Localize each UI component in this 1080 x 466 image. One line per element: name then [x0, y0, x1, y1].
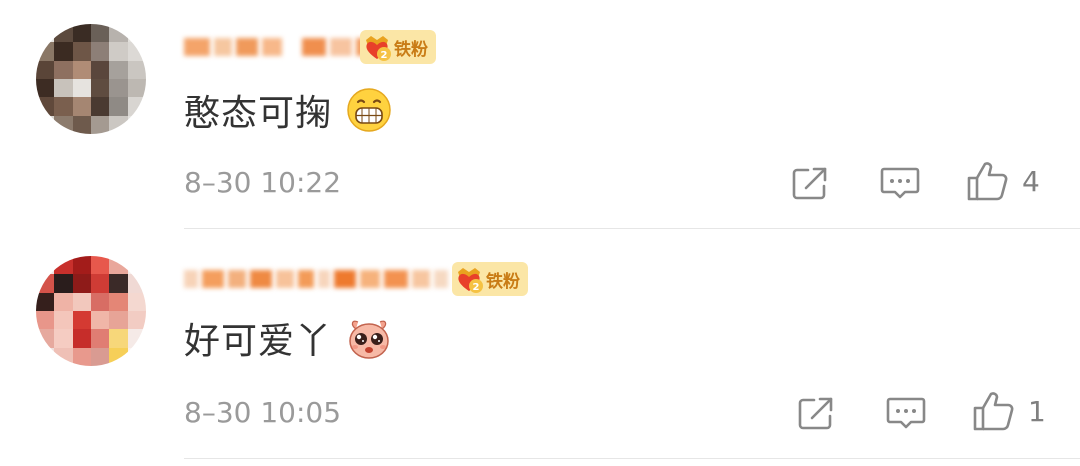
comment-item: 2 铁粉 好可爱丫 8–30 10:05 1 — [0, 0, 1080, 459]
username-redacted[interactable] — [184, 264, 452, 294]
share-icon — [798, 397, 833, 430]
comment-content: 好可爱丫 — [184, 314, 392, 362]
share-button[interactable] — [798, 396, 836, 430]
thumbs-up-icon — [973, 392, 1014, 431]
comment-text: 好可爱丫 — [184, 321, 333, 362]
badge-label: 铁粉 — [486, 271, 520, 292]
divider — [184, 458, 1080, 459]
like-button[interactable]: 1 — [972, 390, 1046, 432]
cute-face-emoji — [346, 315, 392, 361]
like-count: 1 — [1028, 394, 1046, 428]
reply-button[interactable] — [886, 396, 926, 430]
reply-icon — [886, 397, 926, 429]
svg-text:2: 2 — [473, 282, 480, 293]
avatar[interactable] — [36, 256, 146, 366]
comment-time: 8–30 10:05 — [184, 396, 342, 429]
heart-crown-icon: 2 — [454, 264, 484, 294]
fan-badge[interactable]: 2 铁粉 — [452, 262, 528, 296]
